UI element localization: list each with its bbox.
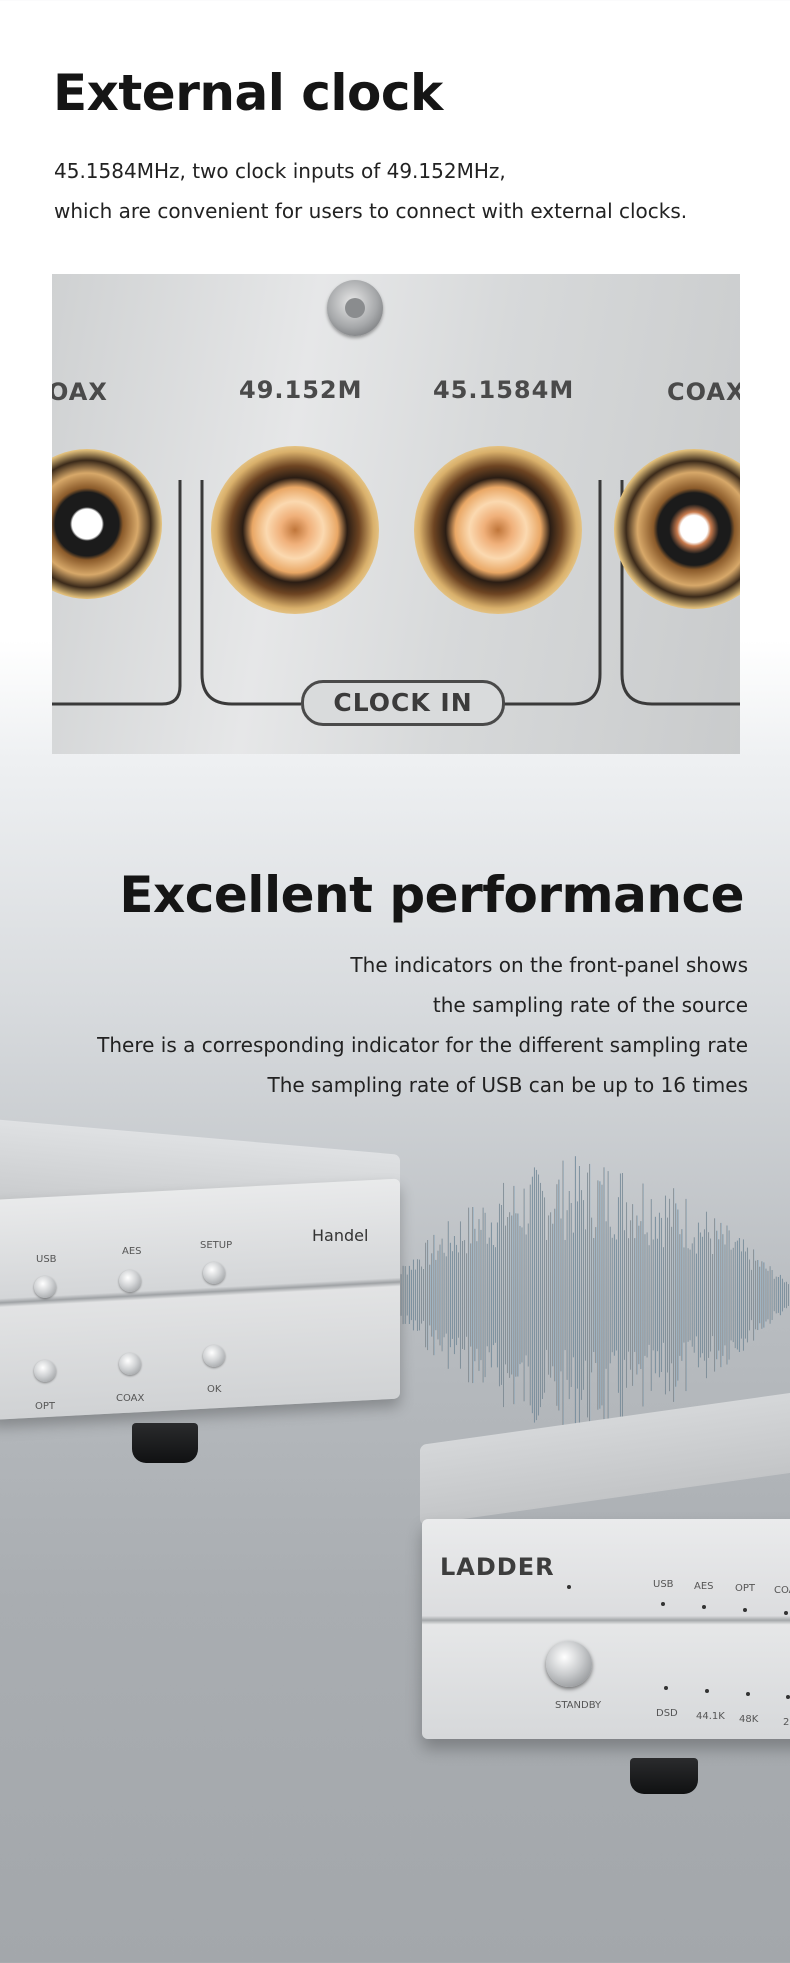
description-line: There is a corresponding indicator for t… xyxy=(97,1033,748,1057)
description-line: which are convenient for users to connec… xyxy=(54,199,688,223)
indicator-label-opt: OPT xyxy=(735,1583,756,1594)
clock-in-label: CLOCK IN xyxy=(301,680,505,726)
description-line: The sampling rate of USB can be up to 16… xyxy=(267,1073,749,1097)
indicator-label-aes: AES xyxy=(694,1581,714,1592)
standby-label: STANDBY xyxy=(555,1700,602,1711)
external-clock-title: External clock xyxy=(53,64,443,122)
performance-title: Excellent performance xyxy=(119,866,744,924)
device-foot xyxy=(132,1423,198,1463)
ladder-device: LADDER STANDBY USB AES OPT COA DSD 44.1K… xyxy=(410,1388,790,1805)
indicator-label-usb: USB xyxy=(653,1579,674,1590)
ladder-logo: LADDER xyxy=(440,1553,555,1581)
button-label-coax: COAX xyxy=(116,1393,145,1404)
button-label-usb: USB xyxy=(36,1254,57,1265)
opt-button xyxy=(34,1360,56,1382)
coax-button xyxy=(119,1353,141,1375)
indicator-label-coa: COA xyxy=(774,1585,790,1596)
standby-button xyxy=(546,1641,592,1687)
button-label-ok: OK xyxy=(207,1384,222,1395)
clock-input-photo: OAX 49.152M 45.1584M COAX CLOCK IN xyxy=(52,274,740,754)
button-label-setup: SETUP xyxy=(200,1240,233,1251)
indicator-label-2: 2 xyxy=(783,1717,790,1728)
external-clock-description: 45.1584MHz, two clock inputs of 49.152MH… xyxy=(54,151,754,231)
indicator-label-44-1k: 44.1K xyxy=(696,1711,725,1722)
device-foot xyxy=(630,1758,698,1794)
bnc-jack-49-icon xyxy=(211,446,379,614)
handel-device: Handel USB AES SETUP OPT COAX OK xyxy=(0,1118,405,1463)
description-line: 45.1584MHz, two clock inputs of 49.152MH… xyxy=(54,159,506,183)
aes-button xyxy=(119,1270,141,1292)
indicator-label-dsd: DSD xyxy=(656,1708,678,1719)
description-line: the sampling rate of the source xyxy=(432,993,748,1017)
usb-button xyxy=(34,1276,56,1298)
handel-brand: Handel xyxy=(312,1226,369,1245)
description-line: The indicators on the front-panel shows xyxy=(350,953,748,977)
performance-description: The indicators on the front-panel shows … xyxy=(28,945,748,1105)
ok-button xyxy=(203,1345,225,1367)
button-label-opt: OPT xyxy=(35,1401,56,1412)
bnc-jack-45-icon xyxy=(414,446,582,614)
button-label-aes: AES xyxy=(122,1246,142,1257)
indicator-label-48k: 48K xyxy=(739,1714,759,1725)
setup-button xyxy=(203,1262,225,1284)
